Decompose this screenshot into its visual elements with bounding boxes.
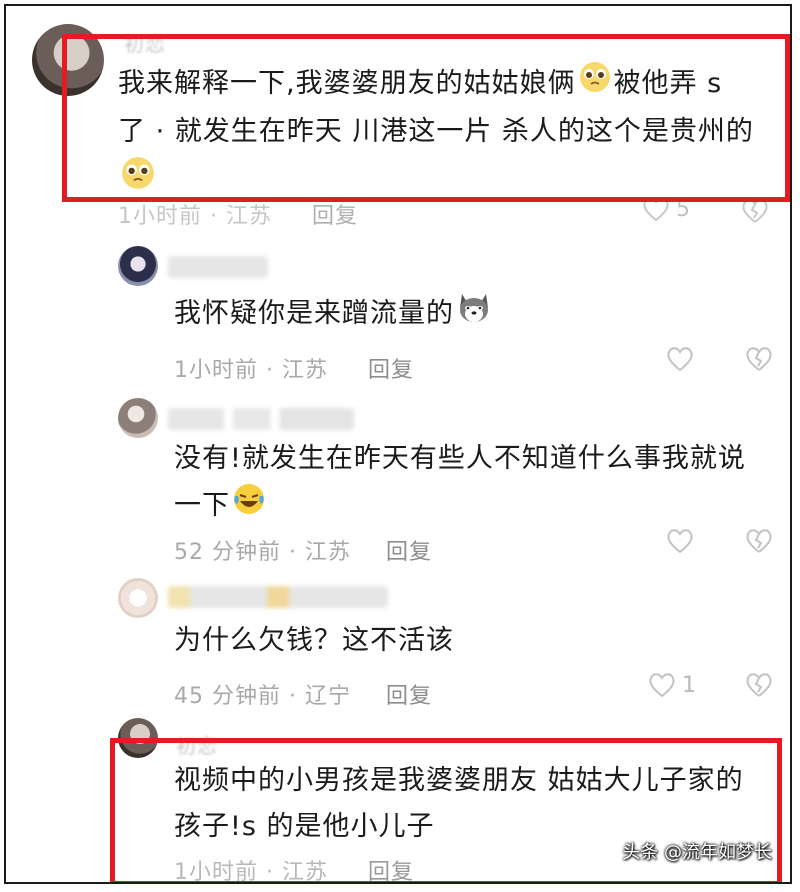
comment-text-line: 一下: [174, 490, 230, 521]
reply-button[interactable]: 回复: [312, 198, 358, 230]
avatar[interactable]: [118, 398, 158, 438]
commenter-name-blurred: [168, 256, 268, 278]
like-button[interactable]: 1: [648, 672, 696, 698]
comment-meta: 1小时前 · 江苏: [174, 358, 328, 383]
comment-text-line: 为什么欠钱？这不活该: [174, 625, 454, 656]
reply-button[interactable]: 回复: [368, 352, 414, 384]
comment-text: 我怀疑你是来蹭流量的: [174, 290, 494, 339]
screenshot-frame: 初恋 我来解释一下,我婆婆朋友的姑姑娘俩 被他弄 s 了 · 就发生在昨天 川港这…: [4, 4, 792, 884]
highlight-box: [62, 34, 790, 202]
commenter-name-blurred: [168, 408, 354, 430]
husky-dog-icon: [456, 290, 492, 339]
comment-text-line: 我怀疑你是来蹭流量的: [174, 298, 454, 329]
avatar[interactable]: [118, 246, 158, 286]
broken-heart-icon: [746, 347, 772, 371]
watermark: 头条 @流年如梦长: [622, 842, 772, 863]
avatar[interactable]: [118, 578, 158, 618]
comment-text: 没有!就发生在昨天有些人不知道什么事我就说 一下: [174, 436, 774, 531]
like-button[interactable]: [666, 528, 694, 554]
dislike-button[interactable]: [744, 346, 774, 372]
comment-meta: 1小时前 · 江苏: [118, 204, 272, 229]
comment-text-line: 没有!就发生在昨天有些人不知道什么事我就说: [174, 443, 746, 474]
reply-button[interactable]: 回复: [386, 678, 432, 710]
reply-button[interactable]: 回复: [386, 534, 432, 566]
broken-heart-icon: [746, 529, 772, 553]
heart-icon: [667, 347, 693, 372]
heart-icon: [649, 673, 675, 698]
dislike-button[interactable]: [744, 672, 774, 698]
broken-heart-icon: [746, 673, 772, 697]
commenter-name-blurred: [168, 586, 388, 608]
comment-meta: 52 分钟前 · 江苏: [174, 540, 351, 565]
laughing-tears-icon: [232, 482, 266, 531]
comment-meta: 45 分钟前 · 辽宁: [174, 684, 351, 709]
dislike-button[interactable]: [744, 528, 774, 554]
heart-icon: [667, 529, 693, 554]
like-count: 1: [682, 672, 696, 698]
like-button[interactable]: [666, 346, 694, 372]
comment-text: 为什么欠钱？这不活该: [174, 618, 454, 664]
